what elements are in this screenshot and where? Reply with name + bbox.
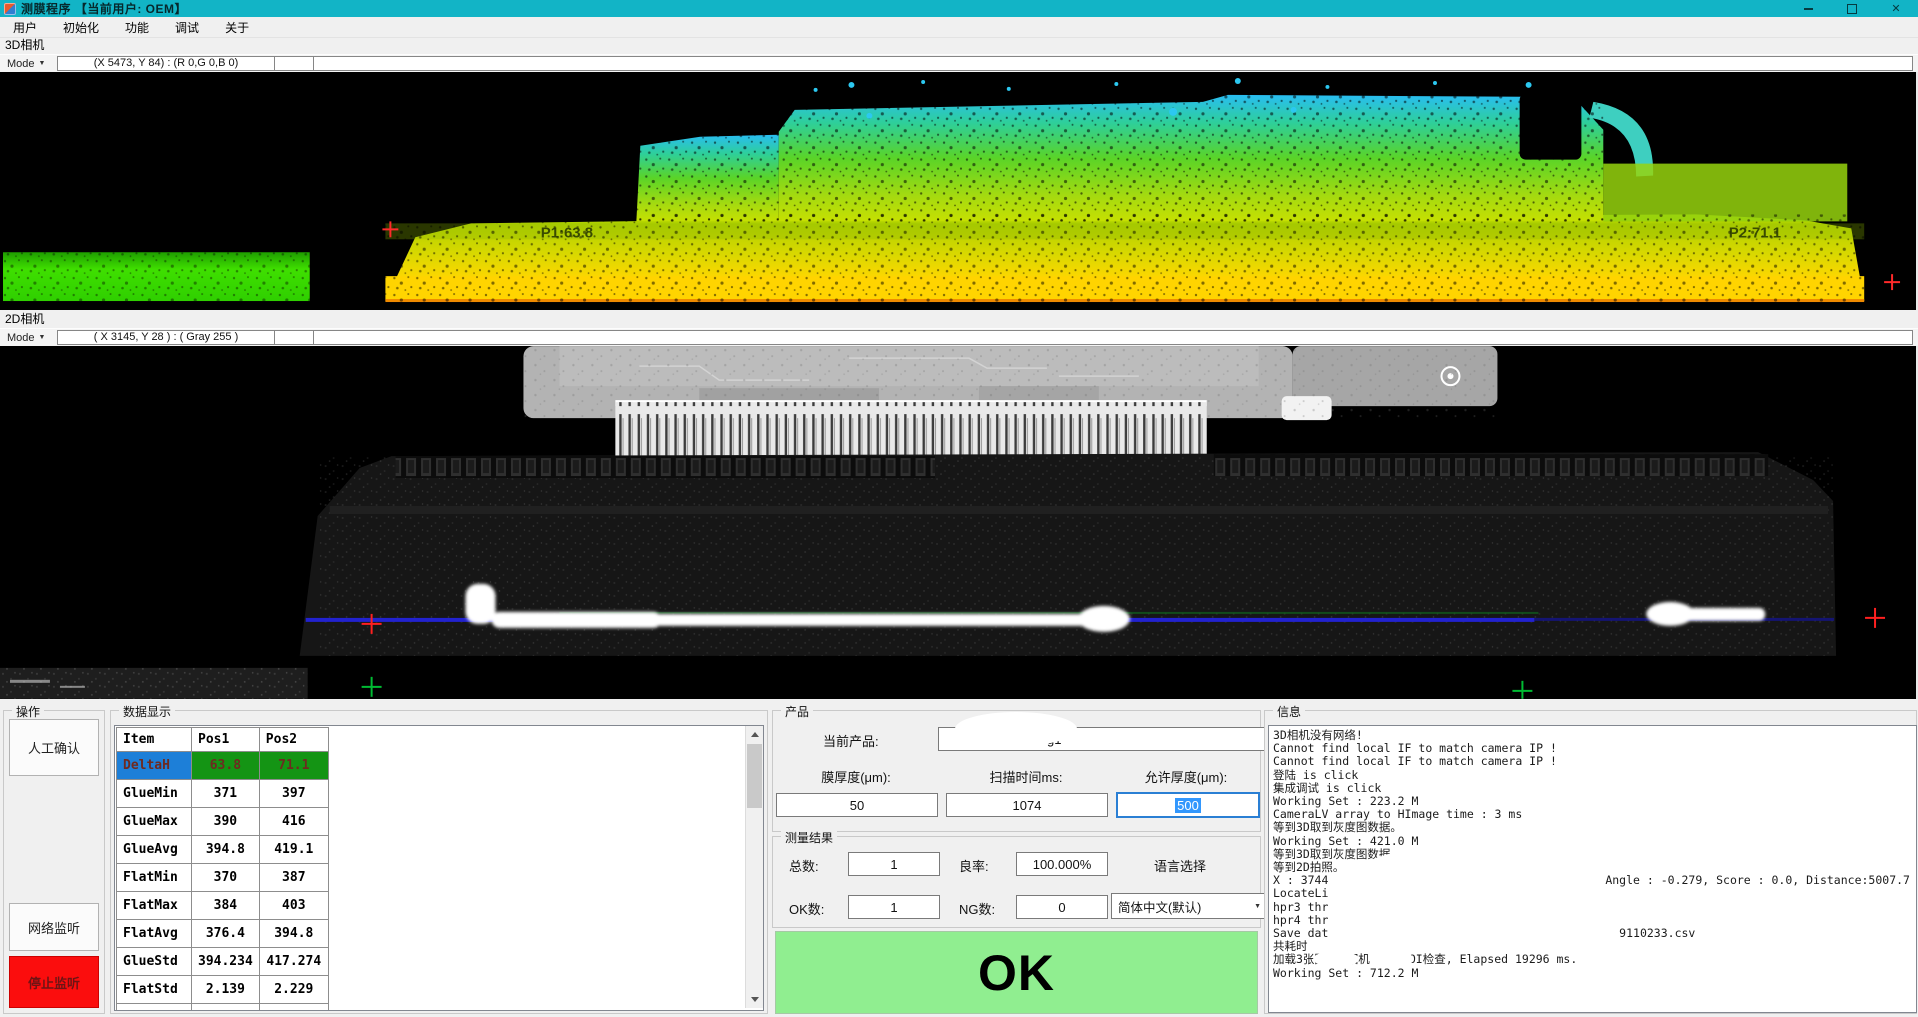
manual-confirm-button[interactable]: 人工确认 xyxy=(9,719,99,776)
operation-group: 操作 人工确认 网络监听 停止监听 xyxy=(3,710,105,1014)
selected-text: 500 xyxy=(1175,798,1201,813)
ok-count-label: OK数: xyxy=(789,899,824,918)
table-row[interactable]: GlueMax 390 416 xyxy=(117,808,329,836)
operation-group-title: 操作 xyxy=(12,703,44,720)
table-scrollbar[interactable] xyxy=(745,726,763,1008)
table-row[interactable]: GlueAvg 394.8 419.1 xyxy=(117,836,329,864)
col-pos1: Pos1 xyxy=(192,728,260,752)
p2-annotation: P2:71.1 xyxy=(1729,224,1781,241)
yield-field[interactable]: 100.000% xyxy=(1016,852,1108,876)
camera3d-pixel-readout: (X 5473, Y 84) : (R 0,G 0,B 0) xyxy=(57,56,275,71)
log-line: Working Set : 421.0 M xyxy=(1273,835,1916,848)
scrollbar-down-icon[interactable] xyxy=(746,991,763,1008)
close-button[interactable]: ✕ xyxy=(1874,0,1918,17)
camera2d-mode-dropdown[interactable]: Mode ▼ xyxy=(3,330,49,345)
camera3d-status-segment xyxy=(274,56,314,71)
allow-thickness-field[interactable]: 500 xyxy=(1116,792,1260,818)
camera2d-pixel-readout: ( X 3145, Y 28 ) : ( Gray 255 ) xyxy=(57,330,275,345)
chevron-down-icon: ▼ xyxy=(1254,903,1261,910)
table-row[interactable]: FlatMax 384 403 xyxy=(117,892,329,920)
redaction-scribble xyxy=(1372,951,1414,967)
scan-time-field[interactable]: 1074 xyxy=(946,793,1108,817)
language-label: 语言选择 xyxy=(1154,856,1206,875)
film-thickness-label: 膜厚度(μm): xyxy=(776,767,936,786)
stop-listen-button[interactable]: 停止监听 xyxy=(9,956,99,1008)
table-row[interactable]: FlatAvg 376.4 394.8 xyxy=(117,920,329,948)
app-icon xyxy=(4,3,16,15)
maximize-icon xyxy=(1847,4,1857,14)
table-row[interactable]: X 2583.5 7966.7 xyxy=(117,1004,329,1012)
log-line: 等到3D取到灰度图数据。 xyxy=(1273,821,1916,834)
log-line: Cannot find local IF to match camera IP … xyxy=(1273,755,1916,768)
data-display-group: 数据显示 Item Pos1 Pos2 DeltaH 63.8 71.1 xyxy=(110,710,768,1014)
network-listen-button[interactable]: 网络监听 xyxy=(9,903,99,951)
menu-debug[interactable]: 调试 xyxy=(162,17,212,38)
ng-count-label: NG数: xyxy=(959,899,995,918)
camera2d-label: 2D相机 xyxy=(5,311,44,327)
minimize-icon xyxy=(1804,8,1813,10)
camera3d-label: 3D相机 xyxy=(5,37,44,53)
total-label: 总数: xyxy=(789,856,819,875)
col-item: Item xyxy=(117,728,192,752)
minimize-button[interactable] xyxy=(1786,0,1830,17)
camera3d-mode-dropdown[interactable]: Mode ▼ xyxy=(3,56,49,71)
chevron-down-icon: ▼ xyxy=(39,334,46,341)
info-group: 信息 3D相机没有网络! Cannot find local IF to mat… xyxy=(1264,710,1917,1014)
camera2d-toolbar: Mode ▼ ( X 3145, Y 28 ) : ( Gray 255 ) xyxy=(0,328,1918,347)
total-field[interactable]: 1 xyxy=(848,852,940,876)
table-row[interactable]: FlatStd 2.139 2.229 xyxy=(117,976,329,1004)
scrollbar-up-icon[interactable] xyxy=(746,726,763,743)
ok-count-field[interactable]: 1 xyxy=(848,895,940,919)
grayscale-image xyxy=(0,346,1916,699)
product-group-title: 产品 xyxy=(781,703,813,720)
info-group-title: 信息 xyxy=(1273,703,1305,720)
results-group: 测量结果 总数: 1 良率: 100.000% 语言选择 OK数: 1 NG数:… xyxy=(772,836,1261,928)
scrollbar-thumb[interactable] xyxy=(747,744,762,808)
col-pos2: Pos2 xyxy=(259,728,328,752)
redaction-scribble xyxy=(1390,898,1605,918)
table-row[interactable]: GlueStd 394.234 417.274 xyxy=(117,948,329,976)
result-status-panel: OK xyxy=(775,931,1258,1014)
film-thickness-field[interactable]: 50 xyxy=(776,793,938,817)
ng-count-field[interactable]: 0 xyxy=(1016,895,1108,919)
window-controls: ✕ xyxy=(1786,0,1918,17)
redaction-scribble xyxy=(955,712,1077,746)
results-group-title: 测量结果 xyxy=(781,829,837,846)
window-title: 测膜程序 【当前用户: OEM】 xyxy=(21,0,187,17)
camera2d-status-segment2 xyxy=(313,330,1913,345)
menu-about[interactable]: 关于 xyxy=(212,17,262,38)
menu-bar: 用户 初始化 功能 调试 关于 xyxy=(0,17,1918,38)
title-bar: 测膜程序 【当前用户: OEM】 ✕ xyxy=(0,0,1918,17)
language-select[interactable]: 简体中文(默认) ▼ xyxy=(1111,893,1268,919)
table-row[interactable]: FlatMin 370 387 xyxy=(117,864,329,892)
log-line: 加载3张图 相机 行AOI检查, Elapsed 19296 ms. xyxy=(1273,953,1916,966)
app-window: 测膜程序 【当前用户: OEM】 ✕ 用户 初始化 功能 调试 关于 3D相机 … xyxy=(0,0,1918,1017)
current-product-label: 当前产品: xyxy=(823,731,879,750)
camera3d-toolbar: Mode ▼ (X 5473, Y 84) : (R 0,G 0,B 0) xyxy=(0,54,1918,73)
camera2d-status-segment xyxy=(274,330,314,345)
data-display-list: Item Pos1 Pos2 DeltaH 63.8 71.1 GlueMin … xyxy=(114,725,764,1011)
camera3d-status-segment2 xyxy=(313,56,1913,71)
yield-label: 良率: xyxy=(959,856,989,875)
menu-function[interactable]: 功能 xyxy=(112,17,162,38)
measurement-table: Item Pos1 Pos2 DeltaH 63.8 71.1 GlueMin … xyxy=(116,727,329,1011)
p1-annotation: P1:63.8 xyxy=(541,224,593,241)
camera3d-view[interactable]: P1:63.8 P2:71.1 xyxy=(0,72,1918,310)
scan-time-label: 扫描时间ms: xyxy=(946,767,1106,786)
chevron-down-icon: ▼ xyxy=(39,60,46,67)
table-row[interactable]: DeltaH 63.8 71.1 xyxy=(117,752,329,780)
log-line: Save dat 9110233.csv xyxy=(1273,927,1916,940)
maximize-button[interactable] xyxy=(1830,0,1874,17)
data-display-group-title: 数据显示 xyxy=(119,703,175,720)
table-row[interactable]: GlueMin 371 397 xyxy=(117,780,329,808)
redaction-scribble xyxy=(1313,951,1359,967)
camera2d-view[interactable] xyxy=(0,346,1918,699)
log-line: 登陆 is click xyxy=(1273,769,1916,782)
menu-user[interactable]: 用户 xyxy=(0,17,50,38)
log-line: Working Set : 712.2 M xyxy=(1273,967,1916,980)
allow-thickness-label: 允许厚度(μm): xyxy=(1116,767,1256,786)
heightmap-image: P1:63.8 P2:71.1 xyxy=(0,72,1916,310)
menu-init[interactable]: 初始化 xyxy=(50,17,112,38)
